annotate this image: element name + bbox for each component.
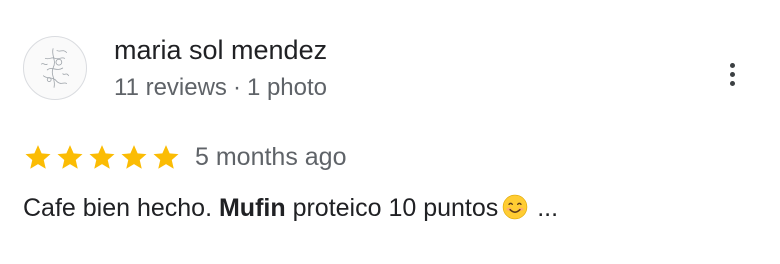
star-icon — [153, 145, 179, 169]
more-options-button[interactable] — [716, 54, 748, 94]
author-meta: 11 reviews · 1 photo — [114, 72, 327, 104]
review-text-part: proteico 10 puntos — [285, 194, 499, 222]
star-icon — [25, 145, 51, 169]
review-time-ago: 5 months ago — [195, 143, 347, 171]
avatar-sketch-icon — [41, 48, 69, 88]
review-text-ellipsis[interactable]: ... — [530, 194, 558, 222]
author-avatar[interactable] — [23, 36, 87, 100]
author-photos-count: 1 photo — [246, 74, 328, 101]
more-vertical-icon — [729, 62, 735, 68]
author-reviews-count: 11 reviews — [114, 74, 227, 101]
star-rating — [23, 142, 181, 172]
review-text: Cafe bien hecho. Mufin proteico 10 punto… — [23, 191, 558, 225]
star-icon — [89, 145, 115, 169]
meta-separator: · — [232, 74, 241, 101]
rating-row: 5 months ago — [23, 140, 347, 174]
author-name[interactable]: maria sol mendez — [114, 33, 327, 67]
star-icon — [121, 145, 147, 169]
smiling-face-emoji-icon — [502, 194, 528, 220]
review-text-bold: Mufin — [218, 194, 286, 222]
review-text-part: Cafe bien hecho. — [23, 194, 219, 222]
review-card: maria sol mendez 11 reviews · 1 photo 5 mo… — [0, 0, 780, 264]
star-icon — [57, 145, 83, 169]
